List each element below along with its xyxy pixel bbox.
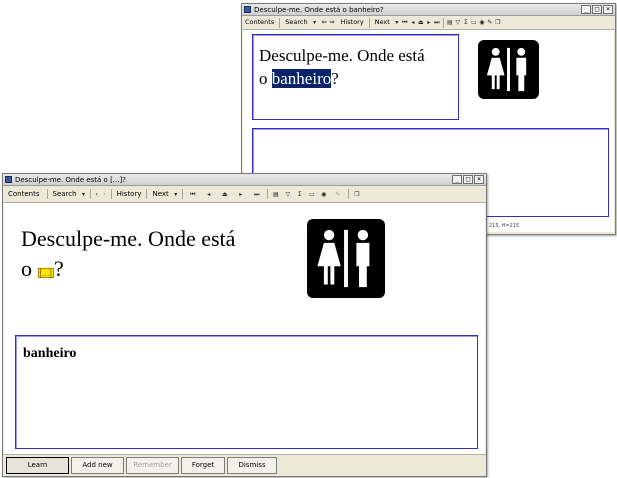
question-text: Desculpe-me. Onde está o banheiro? xyxy=(259,44,425,90)
contents-button[interactable]: Contents xyxy=(242,17,277,28)
tools-icon[interactable]: ✎ xyxy=(486,17,494,28)
filter-icon[interactable]: ▽ xyxy=(454,17,462,28)
forget-button[interactable]: Forget xyxy=(181,457,225,474)
next-button[interactable]: Next xyxy=(372,17,393,28)
history-button[interactable]: History xyxy=(114,189,145,200)
question-line1: Desculpe-me. Onde está xyxy=(259,46,425,65)
folder-icon[interactable]: ▭ xyxy=(470,17,478,28)
front-window-toolbar: Contents Search ▾ ‹ › History Next ▾ ⏮ ◂… xyxy=(3,186,486,203)
question-box[interactable]: Desculpe-me. Onde está o banheiro? xyxy=(252,34,459,120)
cloze-placeholder: [...] xyxy=(37,268,55,278)
answer-box[interactable]: banheiro xyxy=(15,335,478,449)
toolbar-separator xyxy=(46,189,48,199)
maximize-button[interactable]: □ xyxy=(592,5,602,14)
toolbar-separator xyxy=(442,17,444,28)
copy-icon[interactable]: ❐ xyxy=(494,17,502,28)
globe-icon[interactable]: ◉ xyxy=(478,17,486,28)
minimize-button[interactable]: _ xyxy=(581,5,591,14)
close-button[interactable]: × xyxy=(603,5,613,14)
learn-button[interactable]: Learn xyxy=(6,457,69,474)
next-icon[interactable]: ▸ xyxy=(233,189,249,200)
forward-button[interactable]: › xyxy=(101,189,109,200)
history-button[interactable]: History xyxy=(338,17,367,28)
last-icon[interactable]: ⏭ xyxy=(433,17,441,28)
dismiss-button[interactable]: Dismiss xyxy=(227,457,277,474)
toolbar-separator xyxy=(279,17,281,28)
search-button[interactable]: Search xyxy=(50,189,80,200)
toolbar-separator xyxy=(368,17,370,28)
remember-button[interactable]: Remember xyxy=(126,457,179,474)
first-icon[interactable]: ⏮ xyxy=(185,189,201,200)
toolbar-separator xyxy=(146,189,148,199)
search-button[interactable]: Search xyxy=(282,17,310,28)
back-window-status: 215, H=215 xyxy=(489,223,520,229)
app-icon xyxy=(5,176,12,183)
sigma-icon[interactable]: Σ xyxy=(462,17,470,28)
back-window-title: Desculpe-me. Onde está o banheiro? xyxy=(254,6,384,14)
next-button[interactable]: Next xyxy=(149,189,171,200)
back-window-titlebar[interactable]: Desculpe-me. Onde está o banheiro? _ □ × xyxy=(242,4,615,16)
front-window[interactable]: Desculpe-me. Onde está o [...]? _ □ × Co… xyxy=(2,173,487,477)
toolbar-separator xyxy=(266,189,268,199)
toolbar-separator xyxy=(181,189,183,199)
answer-text: banheiro xyxy=(23,346,77,361)
toolbar-separator xyxy=(110,189,112,199)
close-button[interactable]: × xyxy=(474,175,484,184)
selected-answer-word: banheiro xyxy=(271,69,332,88)
dropdown-arrow-icon[interactable]: ▾ xyxy=(311,17,319,28)
question-mark: ? xyxy=(331,69,339,88)
home-icon[interactable]: ⏏ xyxy=(417,17,425,28)
app-icon xyxy=(244,6,251,13)
question-o: o xyxy=(259,69,272,88)
question-o: o xyxy=(21,256,38,281)
last-icon[interactable]: ⏭ xyxy=(249,189,265,200)
dropdown-arrow-icon[interactable]: ▾ xyxy=(172,189,180,200)
prev-icon[interactable]: ◂ xyxy=(201,189,217,200)
sigma-icon[interactable]: Σ xyxy=(294,189,306,200)
folder-icon[interactable]: ▭ xyxy=(306,189,318,200)
question-line1: Desculpe-me. Onde está xyxy=(21,226,236,251)
dropdown-arrow-icon[interactable]: ▾ xyxy=(80,189,88,200)
back-button[interactable]: ‹ xyxy=(93,189,101,200)
print-icon[interactable]: ▤ xyxy=(270,189,282,200)
back-window-toolbar: Contents Search ▾ ⇐ ⇒ History Next ▾ ⏮ ◂… xyxy=(242,16,615,30)
filter-icon[interactable]: ▽ xyxy=(282,189,294,200)
tools-icon[interactable]: ✎ xyxy=(330,189,346,200)
front-window-titlebar[interactable]: Desculpe-me. Onde está o [...]? _ □ × xyxy=(3,174,486,186)
front-window-title: Desculpe-me. Onde está o [...]? xyxy=(15,176,126,184)
bottom-button-bar: Learn Add new Remember Forget Dismiss xyxy=(3,454,486,476)
back-forward-buttons[interactable]: ⇐ ⇒ xyxy=(319,17,338,28)
globe-icon[interactable]: ◉ xyxy=(318,189,330,200)
toolbar-separator xyxy=(89,189,91,199)
next-icon[interactable]: ▸ xyxy=(425,17,433,28)
first-icon[interactable]: ⏮ xyxy=(401,17,409,28)
toolbar-separator xyxy=(347,189,349,199)
home-icon[interactable]: ⏏ xyxy=(217,189,233,200)
copy-icon[interactable]: ❐ xyxy=(351,189,363,200)
maximize-button[interactable]: □ xyxy=(463,175,473,184)
front-window-content: Desculpe-me. Onde está o [...]? banheiro xyxy=(4,203,485,454)
restroom-icon xyxy=(478,40,539,99)
print-icon[interactable]: ▤ xyxy=(446,17,454,28)
restroom-icon xyxy=(307,219,385,298)
add-new-button[interactable]: Add new xyxy=(71,457,124,474)
question-text: Desculpe-me. Onde está o [...]? xyxy=(21,224,235,284)
contents-button[interactable]: Contents xyxy=(3,189,45,200)
minimize-button[interactable]: _ xyxy=(452,175,462,184)
dropdown-arrow-icon[interactable]: ▾ xyxy=(393,17,401,28)
question-mark: ? xyxy=(54,256,64,281)
prev-icon[interactable]: ◂ xyxy=(409,17,417,28)
